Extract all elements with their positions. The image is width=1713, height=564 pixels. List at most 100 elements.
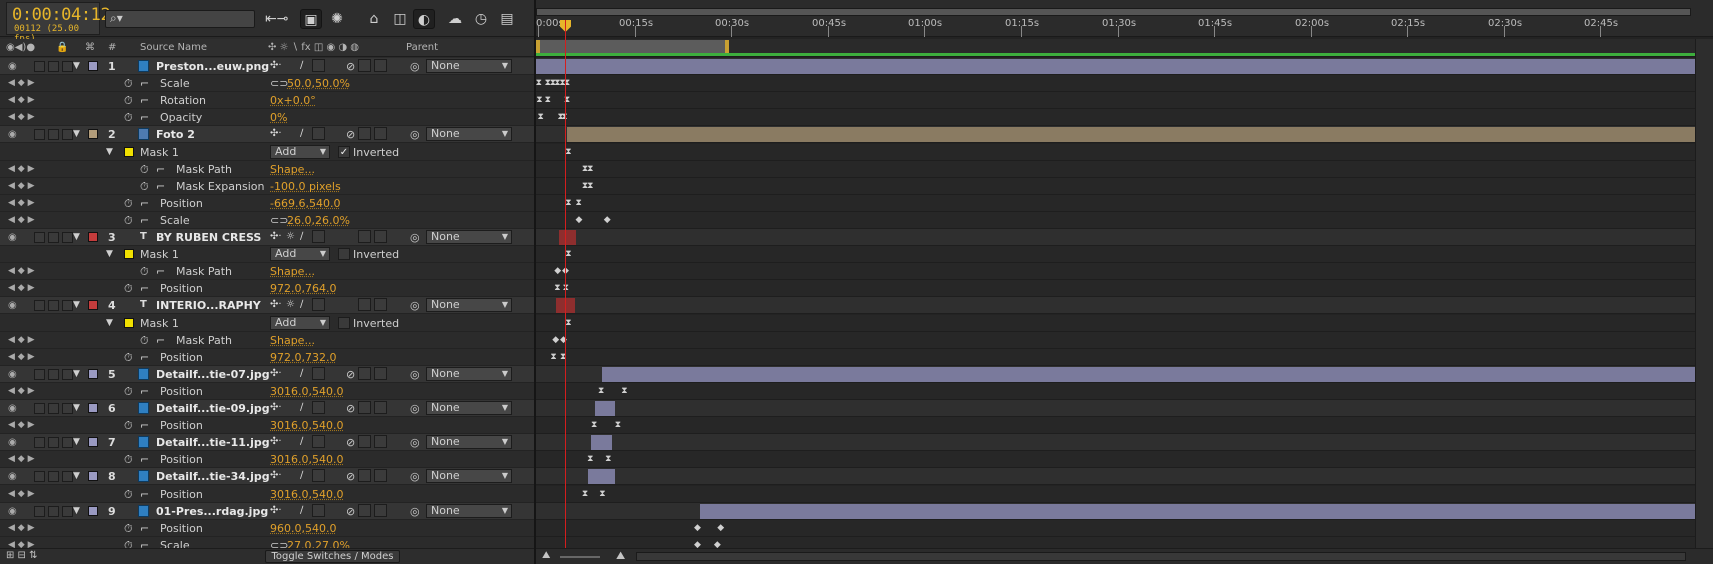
audio-toggle[interactable] (34, 505, 45, 517)
layer-duration-bar[interactable] (700, 503, 1695, 519)
keyframe-navigator-icon[interactable]: ◀ ◆ ▶ (8, 523, 35, 533)
quality-switch-icon[interactable]: ∕ (300, 128, 303, 139)
three-d-switch[interactable] (374, 435, 387, 449)
property-track[interactable]: ⧗⧗ (536, 348, 1713, 366)
layer-name[interactable]: Detailf...tie-11.jpg (156, 436, 270, 449)
motion-blur-switch-icon[interactable]: ⊘ (346, 368, 355, 381)
expand-triangle-icon[interactable]: ▼ (73, 403, 80, 413)
three-d-switch[interactable] (374, 366, 387, 380)
vertical-scrollbar[interactable] (1695, 39, 1713, 548)
motion-blur-switch-icon[interactable]: ⊘ (346, 128, 355, 141)
property-row[interactable]: ◀ ◆ ▶ ⏱ ⌐ Mask Path Shape... (0, 160, 535, 178)
keyframe-diamond-icon[interactable]: ◆ (717, 523, 724, 533)
layer-row[interactable]: ◉ ▼ 2 Foto 2 ✣· ∕ ⊘ ◎ None ▼ (0, 126, 535, 144)
expand-triangle-icon[interactable]: ▼ (106, 318, 113, 328)
graph-icon[interactable]: ⌐ (140, 197, 149, 210)
quality-switch-icon[interactable]: ∕ (300, 299, 303, 310)
stopwatch-icon[interactable]: ⏱ (124, 214, 133, 228)
horizontal-scrollbar[interactable] (636, 552, 1686, 561)
timecode-display[interactable]: 0:00:04:12 00112 (25.00 fps) (6, 2, 111, 44)
label-color-swatch[interactable] (88, 129, 98, 140)
inverted-checkbox[interactable] (338, 248, 350, 261)
layer-track[interactable] (536, 400, 1713, 417)
property-row[interactable]: ◀ ◆ ▶ ⏱ ⌐ Opacity 0% (0, 109, 535, 127)
shy-switch-icon[interactable]: ✣· (270, 402, 282, 413)
expand-triangle-icon[interactable]: ▼ (73, 300, 80, 310)
keyframe-navigator-icon[interactable]: ◀ ◆ ▶ (8, 335, 35, 345)
source-name-column[interactable]: Source Name (140, 42, 207, 53)
label-color-swatch[interactable] (88, 505, 98, 516)
layer-name[interactable]: INTERIO...RAPHY (156, 299, 261, 312)
stopwatch-icon[interactable]: ⏱ (124, 111, 133, 125)
visibility-eye-icon[interactable]: ◉ (8, 437, 17, 448)
mask-mode-dropdown[interactable]: Add ▼ (270, 315, 330, 330)
graph-editor-icon[interactable]: ▤ (496, 9, 518, 29)
stopwatch-icon[interactable]: ⏱ (124, 488, 133, 502)
property-track[interactable]: ⧗⧗ (536, 382, 1713, 400)
layer-track[interactable] (536, 297, 1713, 315)
mask-mode-dropdown[interactable]: Add ▼ (270, 247, 330, 262)
adjustment-switch[interactable] (358, 401, 371, 414)
lock-toggle[interactable] (62, 232, 73, 243)
layer-track[interactable] (536, 502, 1713, 520)
property-value[interactable]: 972.0,764.0 (270, 282, 336, 295)
layer-name[interactable]: Detailf...tie-34.jpg (156, 470, 270, 483)
parent-pickwhip-icon[interactable]: ◎ (410, 60, 420, 73)
graph-icon[interactable]: ⌐ (156, 180, 165, 193)
expand-triangle-icon[interactable]: ▼ (73, 232, 80, 242)
keyframe-ease-icon[interactable]: ⧗ (587, 164, 593, 174)
effect-switch[interactable] (312, 401, 325, 414)
expand-triangle-icon[interactable]: ▼ (73, 437, 80, 447)
property-row[interactable]: ◀ ◆ ▶ ⏱ ⌐ Position -669.6,540.0 (0, 194, 535, 212)
label-color-swatch[interactable] (88, 300, 98, 311)
visibility-eye-icon[interactable]: ◉ (8, 300, 17, 311)
keyframe-navigator-icon[interactable]: ◀ ◆ ▶ (8, 386, 35, 396)
keyframe-ease-icon[interactable]: ⧗ (621, 386, 627, 396)
quality-switch-icon[interactable]: ∕ (300, 470, 303, 481)
shy-switch-icon[interactable]: ✣· (270, 299, 282, 310)
keyframe-ease-icon[interactable]: ⧗ (536, 78, 542, 88)
parent-dropdown[interactable]: None ▼ (426, 298, 512, 313)
layer-track[interactable] (536, 468, 1713, 486)
constrain-proportions-icon[interactable]: ⊂⊃ (270, 77, 288, 90)
keyframe-ease-icon[interactable]: ⧗ (582, 489, 588, 499)
zoom-out-icon[interactable]: ⛰ (542, 550, 550, 561)
visibility-eye-icon[interactable]: ◉ (8, 403, 17, 414)
property-value[interactable]: Shape... (270, 334, 315, 347)
zoom-slider[interactable] (560, 556, 600, 558)
label-color-swatch[interactable] (88, 403, 98, 413)
stopwatch-icon[interactable]: ⏱ (124, 453, 133, 467)
graph-icon[interactable]: ⌐ (156, 334, 165, 347)
stopwatch-icon[interactable]: ⏱ (140, 180, 149, 194)
layer-row[interactable]: ◉ ▼ 3 T BY RUBEN CRESS ✣· ☼ ∕ ◎ None ▼ (0, 229, 535, 246)
stopwatch-icon[interactable]: ⏱ (124, 419, 133, 433)
keyframe-ease-icon[interactable]: ⧗ (565, 198, 571, 208)
shy-switch-icon[interactable]: ✣· (270, 505, 282, 516)
property-track[interactable]: ⧗ (536, 246, 1713, 264)
graph-icon[interactable]: ⌐ (140, 351, 149, 364)
solo-toggle[interactable] (48, 437, 59, 449)
mask-color-swatch[interactable] (124, 249, 134, 260)
adjustment-switch[interactable] (358, 503, 371, 517)
property-track[interactable]: ⧗ ⧗ ⧗ ⧗ ⧗ ⧗ (536, 75, 1713, 93)
property-value[interactable]: 972.0,732.0 (270, 351, 336, 364)
layer-duration-bar[interactable] (558, 230, 576, 245)
visibility-eye-icon[interactable]: ◉ (8, 369, 17, 380)
visibility-eye-icon[interactable]: ◉ (8, 61, 17, 72)
adjustment-switch[interactable] (358, 435, 371, 449)
keyframe-ease-icon[interactable]: ⧗ (599, 489, 605, 499)
layer-name[interactable]: BY RUBEN CRESS (156, 231, 261, 244)
motion-blur-switch-icon[interactable]: ⊘ (346, 470, 355, 483)
adjustment-switch[interactable] (358, 230, 371, 243)
quality-switch-icon[interactable]: ∕ (300, 60, 303, 71)
motion-blur-switch-icon[interactable]: ⊘ (346, 436, 355, 449)
keyframe-navigator-icon[interactable]: ◀ ◆ ▶ (8, 266, 35, 276)
property-track[interactable]: ◆◆ (536, 211, 1713, 229)
property-row[interactable]: ◀ ◆ ▶ ⏱ ⌐ Scale ⊂⊃ 50.0,50.0% (0, 75, 535, 93)
stopwatch-icon[interactable]: ⏱ (140, 163, 149, 177)
property-row[interactable]: ◀ ◆ ▶ ⏱ ⌐ Position 3016.0,540.0 (0, 382, 535, 400)
keyframe-ease-icon[interactable]: ⧗ (576, 198, 582, 208)
label-color-swatch[interactable] (88, 437, 98, 448)
stopwatch-icon[interactable]: ⏱ (140, 265, 149, 279)
property-track[interactable]: ⧗⧗ (536, 177, 1713, 195)
